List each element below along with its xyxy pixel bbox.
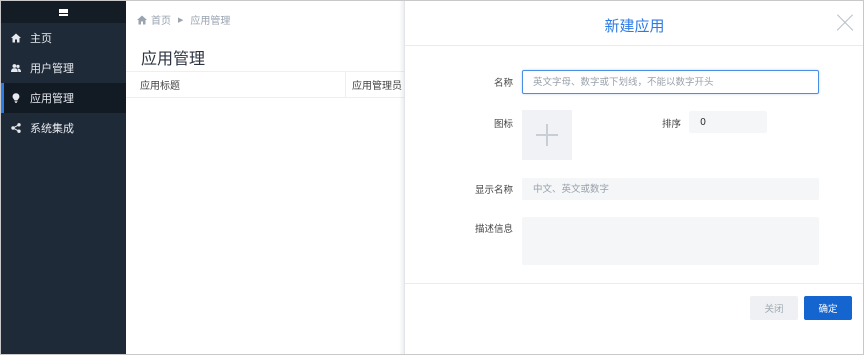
dialog-footer: 关闭 确定 xyxy=(405,283,863,354)
sidebar-item-label: 系统集成 xyxy=(30,122,74,135)
dialog-title: 新建应用 xyxy=(604,17,665,35)
description-input[interactable] xyxy=(522,217,819,265)
table-header: 应用标题 应用管理员 xyxy=(126,71,406,98)
close-button[interactable]: 关闭 xyxy=(750,296,798,320)
page-title: 应用管理 xyxy=(141,49,206,68)
dialog-header: 新建应用 xyxy=(405,1,863,46)
new-app-dialog: 新建应用 名称 图标 排序 显示名称 描述信息 关闭 确定 xyxy=(404,1,863,354)
name-input[interactable] xyxy=(522,70,819,94)
sidebar-item-apps[interactable]: 应用管理 xyxy=(1,83,126,113)
breadcrumb-separator-icon: ▶ xyxy=(178,15,184,24)
display-name-input[interactable] xyxy=(522,178,819,200)
breadcrumb: 首页 ▶ 应用管理 xyxy=(137,12,230,27)
sidebar-item-integration[interactable]: 系统集成 xyxy=(1,113,126,143)
column-header-app-admin[interactable]: 应用管理员 xyxy=(346,72,406,97)
app-window: 主页 用户管理 应用管理 系统集成 首页 ▶ 应用管理 应用管理 应用标题 应用… xyxy=(0,0,864,355)
main-content: 首页 ▶ 应用管理 应用管理 应用标题 应用管理员 xyxy=(126,1,406,354)
breadcrumb-home[interactable]: 首页 xyxy=(151,12,171,27)
sort-label: 排序 xyxy=(661,119,681,130)
hamburger-menu-icon[interactable] xyxy=(59,8,68,16)
lightbulb-icon xyxy=(11,93,21,103)
sidebar-item-label: 应用管理 xyxy=(30,92,74,105)
column-header-app-title[interactable]: 应用标题 xyxy=(126,72,346,97)
confirm-button[interactable]: 确定 xyxy=(804,296,852,320)
sidebar: 主页 用户管理 应用管理 系统集成 xyxy=(1,1,126,354)
sidebar-item-home[interactable]: 主页 xyxy=(1,23,126,53)
sidebar-item-label: 用户管理 xyxy=(30,62,74,75)
breadcrumb-current: 应用管理 xyxy=(190,16,231,27)
name-label: 名称 xyxy=(493,78,513,89)
icon-label: 图标 xyxy=(493,119,513,130)
close-icon[interactable] xyxy=(836,14,854,32)
sort-input[interactable] xyxy=(689,111,767,133)
home-icon xyxy=(137,15,147,24)
share-icon xyxy=(11,123,21,133)
icon-upload-button[interactable] xyxy=(522,110,572,160)
display-name-label: 显示名称 xyxy=(474,185,513,196)
sidebar-item-users[interactable]: 用户管理 xyxy=(1,53,126,83)
home-icon xyxy=(11,33,21,43)
sidebar-item-label: 主页 xyxy=(30,32,52,45)
users-icon xyxy=(11,63,21,73)
sidebar-toggle[interactable] xyxy=(1,1,126,23)
description-label: 描述信息 xyxy=(474,224,513,235)
